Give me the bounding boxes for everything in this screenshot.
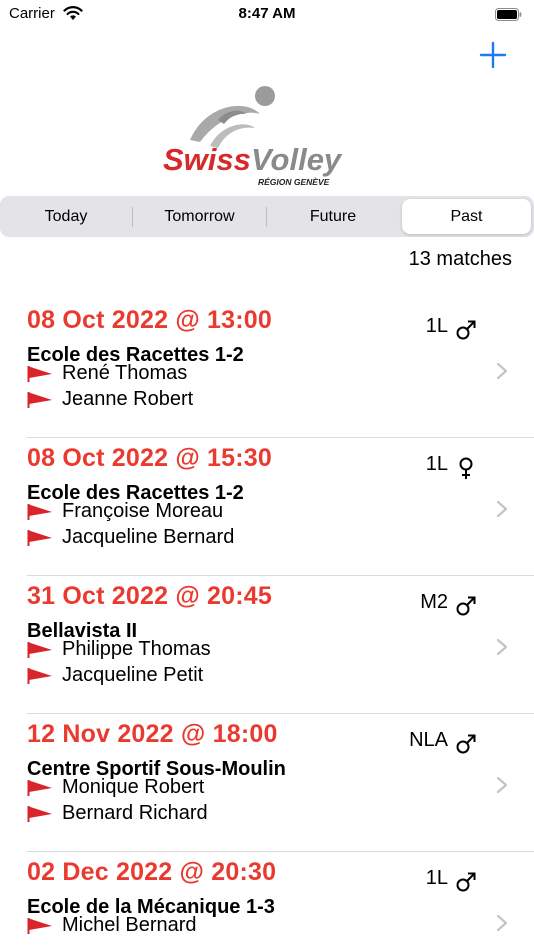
referee-name: Françoise Moreau [62, 500, 224, 522]
referee-name: René Thomas [62, 362, 188, 384]
league-label: 1L [425, 867, 448, 889]
add-button[interactable] [478, 40, 508, 70]
tab-future[interactable]: Future [267, 196, 399, 237]
referee-name: Michel Bernard [62, 914, 197, 936]
match-row[interactable]: 31 Oct 2022 @ 20:45 Bellavista II Philip… [0, 576, 534, 714]
referee-name: Jacqueline Bernard [62, 526, 235, 548]
battery-icon [495, 8, 522, 21]
league-label: 1L [425, 315, 448, 337]
flag-icon [27, 918, 52, 934]
match-date: 08 Oct 2022 @ 13:00 [27, 306, 272, 334]
male-icon [456, 872, 476, 892]
flag-icon [27, 668, 52, 684]
match-date: 02 Dec 2022 @ 20:30 [27, 858, 277, 886]
referee-name: Jacqueline Petit [62, 664, 204, 686]
chevron-right-icon [496, 914, 508, 932]
tab-tomorrow[interactable]: Tomorrow [133, 196, 266, 237]
date-filter-segmented-control: Today Tomorrow Future Past [0, 196, 534, 237]
flag-icon [27, 392, 52, 408]
male-icon [456, 320, 476, 340]
flag-icon [27, 806, 52, 822]
svg-text:Volley: Volley [251, 142, 343, 177]
status-bar: Carrier 8:47 AM [0, 0, 534, 30]
female-icon [459, 457, 473, 479]
match-date: 08 Oct 2022 @ 15:30 [27, 444, 272, 472]
male-icon [456, 734, 476, 754]
flag-icon [27, 530, 52, 546]
svg-text:Swiss: Swiss [163, 142, 251, 177]
flag-icon [27, 366, 52, 382]
flag-icon [27, 642, 52, 658]
swiss-volley-logo: Swiss Volley RÉGION GENÈVE [163, 86, 343, 187]
flag-icon [27, 780, 52, 796]
chevron-right-icon [496, 638, 508, 656]
match-row[interactable]: 12 Nov 2022 @ 18:00 Centre Sportif Sous-… [0, 714, 534, 852]
match-row[interactable]: 08 Oct 2022 @ 13:00 Ecole des Racettes 1… [0, 300, 534, 438]
league-label: NLA [409, 729, 448, 751]
tab-past[interactable]: Past [402, 199, 531, 234]
chevron-right-icon [496, 776, 508, 794]
tab-today[interactable]: Today [0, 196, 132, 237]
referee-name: Monique Robert [62, 776, 205, 798]
male-icon [456, 596, 476, 616]
flag-icon [27, 504, 52, 520]
referee-name: Jeanne Robert [62, 388, 194, 410]
league-label: M2 [420, 591, 448, 613]
clock: 8:47 AM [238, 5, 296, 22]
chevron-right-icon [496, 362, 508, 380]
svg-text:RÉGION GENÈVE: RÉGION GENÈVE [258, 177, 330, 187]
league-label: 1L [425, 453, 448, 475]
match-date: 12 Nov 2022 @ 18:00 [27, 720, 278, 748]
match-row[interactable]: 02 Dec 2022 @ 20:30 Ecole de la Mécaniqu… [0, 852, 534, 950]
match-count: 13 matches [408, 248, 512, 270]
referee-name: Philippe Thomas [62, 638, 211, 660]
match-row[interactable]: 08 Oct 2022 @ 15:30 Ecole des Racettes 1… [0, 438, 534, 576]
referee-name: Bernard Richard [62, 802, 208, 824]
chevron-right-icon [496, 500, 508, 518]
match-date: 31 Oct 2022 @ 20:45 [27, 582, 272, 610]
